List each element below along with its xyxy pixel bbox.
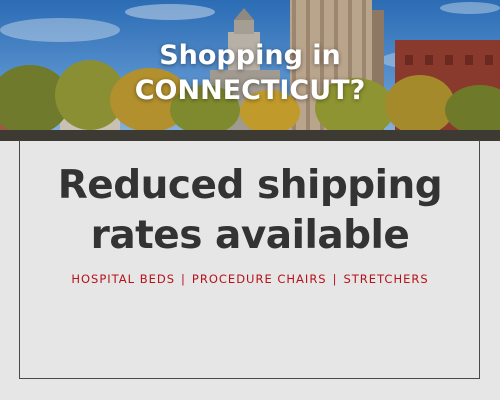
product-separator: | bbox=[332, 272, 338, 286]
hero-headline: Shopping in CONNECTICUT? bbox=[0, 38, 500, 108]
product-hospital-beds: HOSPITAL BEDS bbox=[71, 272, 176, 286]
product-separator: | bbox=[181, 272, 186, 286]
hero-headline-line1: Shopping in bbox=[159, 40, 341, 71]
product-stretchers: STRETCHERS bbox=[343, 272, 429, 286]
hero-headline-line2: CONNECTICUT? bbox=[134, 75, 366, 106]
product-procedure-chairs: PROCEDURE CHAIRS bbox=[191, 272, 327, 286]
shipping-headline-line2: rates available bbox=[90, 213, 410, 258]
shipping-headline: Reduced shipping rates available bbox=[0, 161, 500, 261]
hero-city-photo: Shopping in CONNECTICUT? bbox=[0, 0, 500, 141]
product-list: HOSPITAL BEDS | PROCEDURE CHAIRS | STRETCHER… bbox=[0, 271, 500, 287]
shipping-headline-line1: Reduced shipping bbox=[57, 163, 443, 208]
shipping-promo-banner: Shopping in CONNECTICUT? Reduced shippin… bbox=[0, 0, 500, 400]
